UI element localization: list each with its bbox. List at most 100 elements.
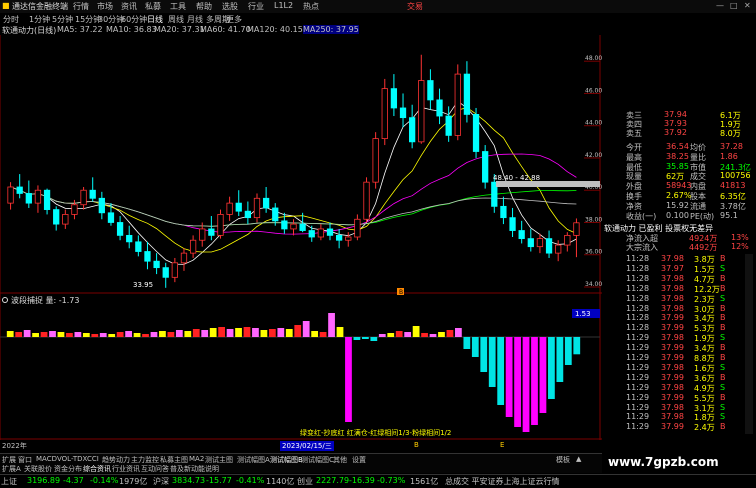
quote-value: 58943 bbox=[666, 181, 692, 191]
candle bbox=[472, 107, 480, 158]
candle-body bbox=[555, 244, 562, 254]
ma-legend-item: MA120: 40.15 bbox=[247, 25, 303, 34]
indicator-settings-icon[interactable] bbox=[2, 297, 8, 303]
candle-body bbox=[226, 202, 233, 215]
candle bbox=[482, 145, 489, 189]
tick-time: 11:29 bbox=[626, 343, 650, 353]
index-label[interactable]: 沪深 bbox=[153, 476, 169, 487]
indicator-bar bbox=[556, 337, 564, 382]
tick-price: 37.99 bbox=[661, 343, 684, 353]
tick-direction: B bbox=[720, 313, 726, 323]
indicator-tab[interactable]: MA2 bbox=[189, 455, 204, 463]
info-tab-active[interactable]: 综合资讯 bbox=[83, 464, 111, 474]
ask-row: 卖五 37.92 8.0万 bbox=[626, 128, 741, 138]
candle bbox=[244, 201, 252, 225]
indicator-bar bbox=[23, 330, 31, 337]
indicator-bar bbox=[573, 337, 581, 355]
tick-scrollbar[interactable] bbox=[745, 254, 753, 434]
ma-legend-item: MA20: 37.31 bbox=[154, 25, 205, 34]
menu-item[interactable]: 市场 bbox=[97, 1, 113, 12]
index-label[interactable]: 上证 bbox=[1, 476, 17, 487]
indicator-bar bbox=[40, 332, 48, 337]
period-bar: 分时 1分钟 5分钟 15分钟 30分钟 60分钟 日线 周线 月线 多周期 更… bbox=[0, 13, 602, 24]
quote-field-row: 外盘 58943 内盘 41813 bbox=[604, 181, 754, 191]
indicator-bar bbox=[142, 334, 149, 337]
candle bbox=[518, 220, 525, 244]
indicator-tab[interactable]: VOL-TDX bbox=[57, 455, 87, 463]
candle bbox=[53, 206, 60, 231]
info-tab[interactable]: 资金分布 bbox=[54, 464, 82, 474]
quote-panel: 卖三 37.94 6.1万 卖四 37.93 1.9万 卖五 37.92 8.0… bbox=[602, 13, 756, 443]
candle bbox=[189, 235, 197, 258]
flow-title: 软通动力 已盈利 投票权无差异 bbox=[604, 224, 714, 233]
indicator-value: 1.53 bbox=[575, 310, 591, 318]
trade-menu[interactable]: 交易 bbox=[407, 1, 423, 12]
tick-row: 11:28 37.98 2.3万 S bbox=[604, 294, 754, 304]
info-tab[interactable]: 行业资讯 bbox=[112, 464, 140, 474]
indicator-tab[interactable]: MACD bbox=[36, 455, 57, 463]
candle-body bbox=[34, 189, 42, 204]
info-tab[interactable]: 普及新动能说明 bbox=[170, 464, 219, 474]
menu-item[interactable]: 行业 bbox=[248, 1, 264, 12]
menu-item[interactable]: 行情 bbox=[73, 1, 89, 12]
candle-body bbox=[472, 114, 480, 152]
menu-item[interactable]: 工具 bbox=[170, 1, 186, 12]
candle-body bbox=[545, 238, 553, 254]
candle bbox=[25, 180, 32, 208]
tick-price: 37.99 bbox=[661, 313, 684, 323]
tick-row: 11:28 37.98 12.2万 B bbox=[604, 284, 754, 294]
quote-value: 35.85 bbox=[666, 161, 689, 171]
tick-price: 37.98 bbox=[661, 402, 684, 412]
indicator-bar bbox=[235, 328, 242, 337]
indicator-tab[interactable]: CCI bbox=[87, 455, 99, 463]
indicator-bar bbox=[564, 337, 572, 365]
indicator-bar bbox=[353, 337, 361, 340]
indicator-bar bbox=[429, 334, 437, 337]
minimize-icon[interactable]: — bbox=[716, 1, 724, 10]
kline-chart[interactable]: 48.0046.0044.0042.0040.0038.0036.0034.00… bbox=[0, 35, 602, 440]
candle bbox=[390, 74, 398, 117]
candle bbox=[144, 241, 151, 270]
close-icon[interactable]: ✕ bbox=[744, 1, 751, 10]
candle bbox=[409, 104, 416, 149]
index-label[interactable]: 创业 bbox=[297, 476, 313, 487]
quote-value: 41813 bbox=[720, 181, 746, 191]
candle-body bbox=[518, 230, 525, 240]
candle-body bbox=[25, 193, 32, 204]
tick-direction: B bbox=[720, 372, 726, 382]
info-tab[interactable]: 互动问答 bbox=[141, 464, 169, 474]
tick-direction: B bbox=[720, 422, 726, 432]
index-amount: 1140亿 bbox=[266, 477, 295, 486]
candle-body bbox=[573, 222, 580, 236]
info-tab[interactable]: 关联股价 bbox=[24, 464, 52, 474]
menu-item[interactable]: 帮助 bbox=[196, 1, 212, 12]
axis-tick-label: 34.00 bbox=[585, 281, 602, 288]
tick-direction: S bbox=[720, 402, 726, 412]
menu-item[interactable]: 热点 bbox=[303, 1, 319, 12]
info-tab[interactable]: 扩展A bbox=[2, 464, 21, 474]
indicator-bar bbox=[91, 334, 99, 337]
tick-row: 11:28 37.99 3.4万 B bbox=[604, 313, 754, 323]
indicator-label: 波段捕捉 量: -1.73 bbox=[11, 295, 79, 305]
menu-item[interactable]: 资讯 bbox=[121, 1, 137, 12]
indicator-bar bbox=[99, 333, 107, 337]
candle bbox=[454, 64, 461, 141]
quote-value: 15.92 bbox=[666, 200, 689, 210]
index-value: 3196.89 bbox=[27, 476, 61, 485]
menu-item[interactable]: 选股 bbox=[222, 1, 238, 12]
collapse-icon[interactable]: ▲ bbox=[576, 455, 581, 463]
tick-direction: B bbox=[720, 303, 726, 313]
tick-direction: S bbox=[720, 382, 726, 392]
tick-row: 11:29 37.99 3.6万 B bbox=[604, 373, 754, 383]
indicator-bar bbox=[345, 337, 352, 422]
candle-body bbox=[308, 230, 315, 238]
menu-item[interactable]: L1L2 bbox=[274, 1, 293, 10]
tick-time: 11:28 bbox=[626, 313, 650, 323]
high-annotation: 48.40 - 42.88 bbox=[493, 174, 540, 182]
tick-time: 11:29 bbox=[626, 402, 650, 412]
indicator-bar bbox=[201, 330, 209, 337]
maximize-icon[interactable]: □ bbox=[730, 1, 738, 10]
quote-value: 38.25 bbox=[666, 151, 689, 161]
candle-body bbox=[180, 252, 188, 264]
menu-item[interactable]: 私募 bbox=[145, 1, 161, 12]
